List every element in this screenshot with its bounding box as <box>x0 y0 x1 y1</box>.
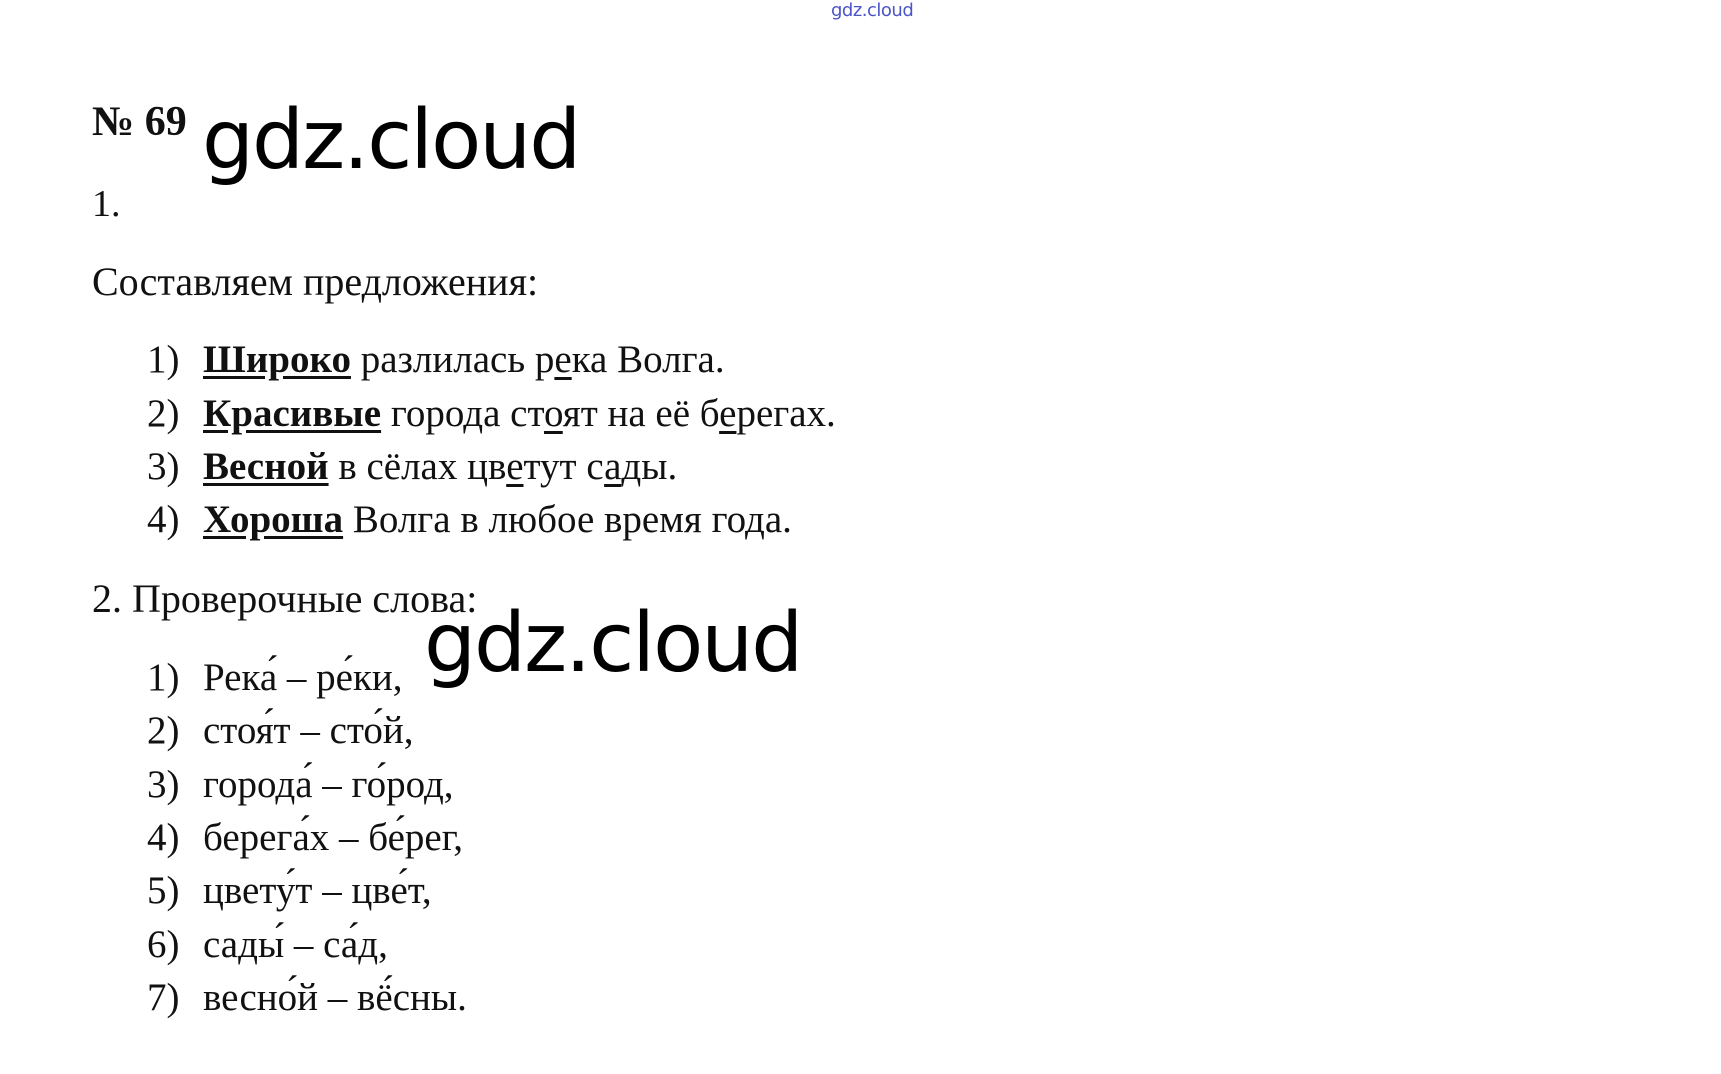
sentence-part: ят на её б <box>562 392 720 435</box>
section-1-label: 1. <box>92 183 121 225</box>
sentence-part: города ст <box>381 392 544 435</box>
sentence-part: ка Волга. <box>571 338 725 381</box>
underlined-letter: е <box>719 392 737 435</box>
check-row: 2) стоя́т – сто́й, <box>147 708 414 753</box>
sentence-row: 4) Хороша Волга в любое время года. <box>147 497 792 542</box>
check-words: стоя́т – сто́й, <box>203 709 414 752</box>
check-words: берега́х – бе́рег, <box>203 816 464 859</box>
key-word: Красивые <box>203 392 382 435</box>
sentence-row: 3) Весной в сёлах цветут сады. <box>147 444 677 489</box>
sentence-part: Волга в любое время года. <box>343 498 792 541</box>
item-number: 5) <box>147 869 180 912</box>
item-number: 6) <box>147 923 180 966</box>
item-number: 3) <box>147 763 180 806</box>
item-number: 2) <box>147 709 180 752</box>
intro-text: Составляем предложения: <box>92 259 539 304</box>
item-number: 3) <box>147 445 180 488</box>
key-word: Широко <box>203 338 351 381</box>
check-row: 1) Река́ – ре́ки, <box>147 655 403 700</box>
check-words: Река́ – ре́ки, <box>203 656 403 699</box>
sentence-part: регах. <box>736 392 836 435</box>
watermark-large: gdz.cloud <box>202 93 581 188</box>
key-word: Хороша <box>203 498 344 541</box>
item-number: 1) <box>147 338 180 381</box>
item-number: 7) <box>147 976 180 1019</box>
sentence-part: разлилась р <box>350 338 555 381</box>
check-row: 6) сады́ – са́д, <box>147 922 388 967</box>
check-row: 4) берега́х – бе́рег, <box>147 815 463 860</box>
check-words: весно́й – вё́сны. <box>203 976 467 1019</box>
check-row: 3) города́ – го́род, <box>147 762 454 807</box>
sentence-row: 2) Красивые города стоят на её берегах. <box>147 391 836 436</box>
sentence-part: тут с <box>523 445 605 488</box>
watermark-large: gdz.cloud <box>424 596 803 691</box>
underlined-letter: а <box>604 445 622 488</box>
underlined-letter: е <box>506 445 524 488</box>
check-row: 7) весно́й – вё́сны. <box>147 975 467 1020</box>
underlined-letter: о <box>543 392 563 435</box>
item-number: 2) <box>147 392 180 435</box>
item-number: 1) <box>147 656 180 699</box>
item-number: 4) <box>147 816 180 859</box>
check-words: цвету́т – цве́т, <box>203 869 432 912</box>
check-words: сады́ – са́д, <box>203 923 388 966</box>
sentence-row: 1) Широко разлилась река Волга. <box>147 337 725 382</box>
check-words: города́ – го́род, <box>203 763 454 806</box>
task-number: № 69 <box>92 99 187 145</box>
underlined-letter: е <box>554 338 572 381</box>
key-word: Весной <box>203 445 329 488</box>
check-row: 5) цвету́т – цве́т, <box>147 868 432 913</box>
item-number: 4) <box>147 498 180 541</box>
sentence-part: ды. <box>621 445 678 488</box>
sentence-part: в сёлах цв <box>328 445 507 488</box>
section-2-label: 2. Проверочные слова: <box>92 576 478 621</box>
watermark-small: gdz.cloud <box>831 0 914 21</box>
